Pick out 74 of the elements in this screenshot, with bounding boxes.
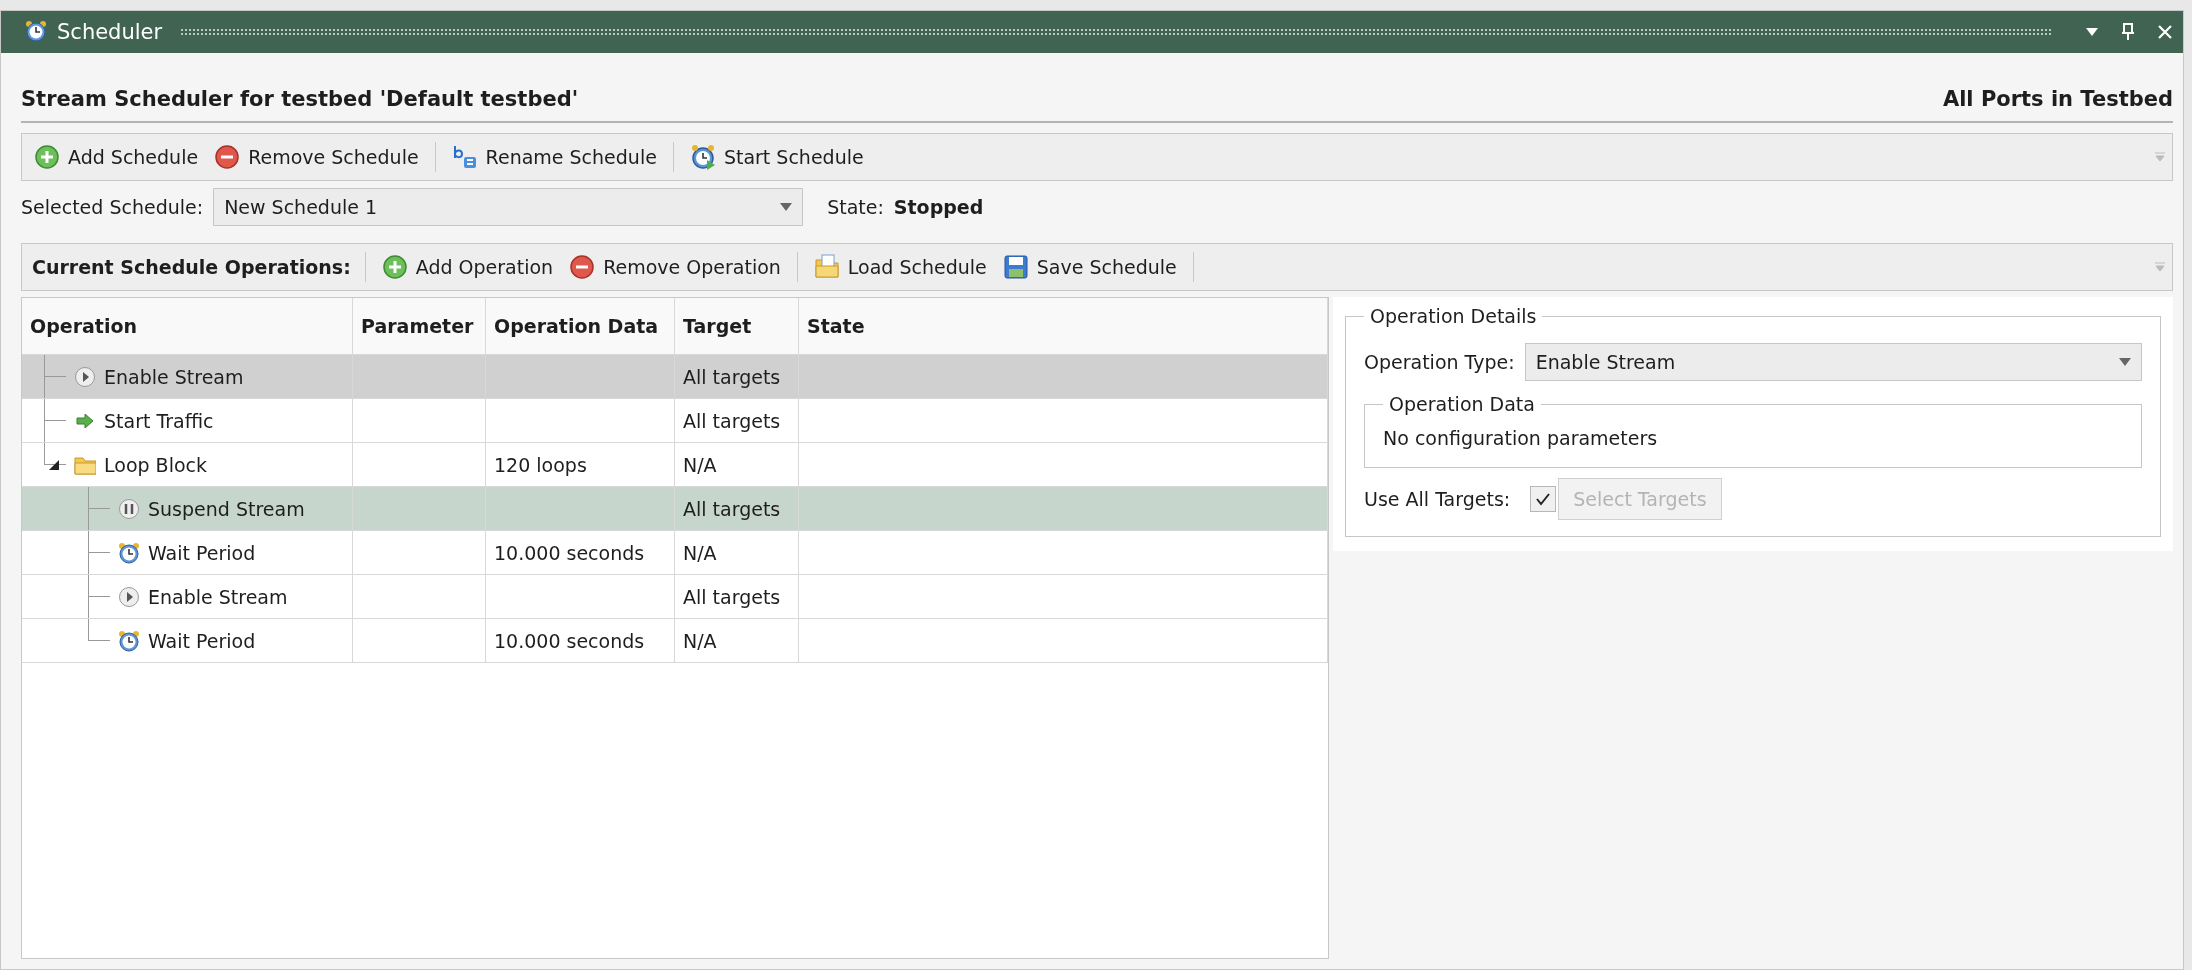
field-label: Operation Type:: [1364, 351, 1515, 373]
dropdown-icon: [2085, 27, 2099, 37]
table-row[interactable]: Loop Block 120 loops N/A: [22, 442, 1328, 487]
table-cell: Wait Period: [148, 629, 256, 652]
column-header[interactable]: Target: [674, 298, 799, 355]
table-cell: Wait Period: [148, 541, 256, 564]
scope-label: All Ports in Testbed: [1942, 87, 2173, 111]
clock-icon: [689, 144, 716, 170]
toolbar-button[interactable]: Start Schedule: [683, 140, 870, 174]
table-cell: N/A: [683, 453, 717, 476]
operation-type-dropdown[interactable]: Enable Stream: [1524, 343, 2142, 381]
caret-icon: [2119, 358, 2131, 366]
alarm-clock-icon: [118, 629, 140, 652]
table-cell: Enable Stream: [104, 365, 244, 388]
column-header[interactable]: Parameter: [352, 298, 486, 355]
table-row[interactable]: Wait Period 10.000 seconds N/A: [22, 618, 1328, 663]
pin-icon: [2121, 23, 2135, 41]
play-button-icon: [74, 365, 96, 388]
close-icon: [2157, 24, 2173, 40]
state-value: Stopped: [893, 196, 984, 218]
table-cell: All targets: [683, 365, 781, 388]
overflow-icon: [2154, 262, 2166, 272]
play-button-icon: [118, 585, 140, 608]
toolbar-button[interactable]: Add Schedule: [28, 140, 205, 174]
overflow-icon: [2154, 152, 2166, 162]
checkbox[interactable]: [1530, 486, 1557, 512]
table-cell: All targets: [683, 497, 781, 520]
toolbar-button[interactable]: Rename Schedule: [445, 140, 663, 174]
plus-circle-icon: [381, 254, 408, 280]
minus-circle-icon: [569, 254, 596, 280]
window-title: Scheduler: [57, 20, 163, 44]
table-row[interactable]: Start Traffic All targets: [22, 398, 1328, 443]
toolbar-button[interactable]: Remove Schedule: [208, 140, 425, 174]
table-cell: 120 loops: [494, 453, 587, 476]
letters-icon: [451, 144, 478, 170]
table-cell: All targets: [683, 585, 781, 608]
table-cell: Loop Block: [104, 453, 207, 476]
table-cell: All targets: [683, 409, 781, 432]
column-header[interactable]: Operation Data: [485, 298, 675, 355]
toolbar-button[interactable]: Remove Operation: [563, 250, 787, 284]
schedule-dropdown[interactable]: New Schedule 1: [213, 188, 804, 226]
field-label: Use All Targets:: [1364, 488, 1511, 510]
table-row[interactable]: Wait Period 10.000 seconds N/A: [22, 530, 1328, 575]
table-cell: Suspend Stream: [148, 497, 305, 520]
toolbar-label: Current Schedule Operations:: [31, 256, 352, 278]
minus-circle-icon: [214, 144, 241, 170]
info-text: No configuration parameters: [1383, 427, 1659, 449]
table-row[interactable]: Enable Stream All targets: [22, 574, 1328, 619]
expander-icon[interactable]: [48, 458, 60, 471]
column-header[interactable]: State: [798, 298, 1328, 355]
pause-button-icon: [118, 497, 140, 520]
column-header[interactable]: Operation: [22, 298, 353, 355]
table-row[interactable]: Suspend Stream All targets: [22, 486, 1328, 531]
group-title: Operation Data: [1388, 393, 1536, 415]
group-title: Operation Details: [1369, 305, 1538, 327]
check-icon: [1535, 492, 1552, 506]
table-cell: N/A: [683, 541, 717, 564]
alarm-clock-icon: [118, 541, 140, 564]
toolbar-button[interactable]: Save Schedule: [996, 250, 1183, 284]
field-label: State:: [827, 196, 884, 218]
table-cell: Enable Stream: [148, 585, 288, 608]
caret-icon: [780, 203, 793, 211]
table-cell: 10.000 seconds: [494, 629, 645, 652]
table-row[interactable]: Enable Stream All targets: [22, 354, 1328, 399]
table-cell: Start Traffic: [104, 409, 214, 432]
table-cell: 10.000 seconds: [494, 541, 645, 564]
toolbar-button[interactable]: Add Operation: [375, 250, 560, 284]
heading: Stream Scheduler for testbed 'Default testbed': [21, 87, 579, 111]
field-label: Selected Schedule:: [21, 196, 204, 218]
alarm-clock-icon: [25, 20, 49, 44]
folder-icon: [813, 254, 840, 280]
plus-circle-icon: [34, 144, 60, 170]
toolbar-button[interactable]: Load Schedule: [807, 250, 993, 284]
table-cell: N/A: [683, 629, 717, 652]
